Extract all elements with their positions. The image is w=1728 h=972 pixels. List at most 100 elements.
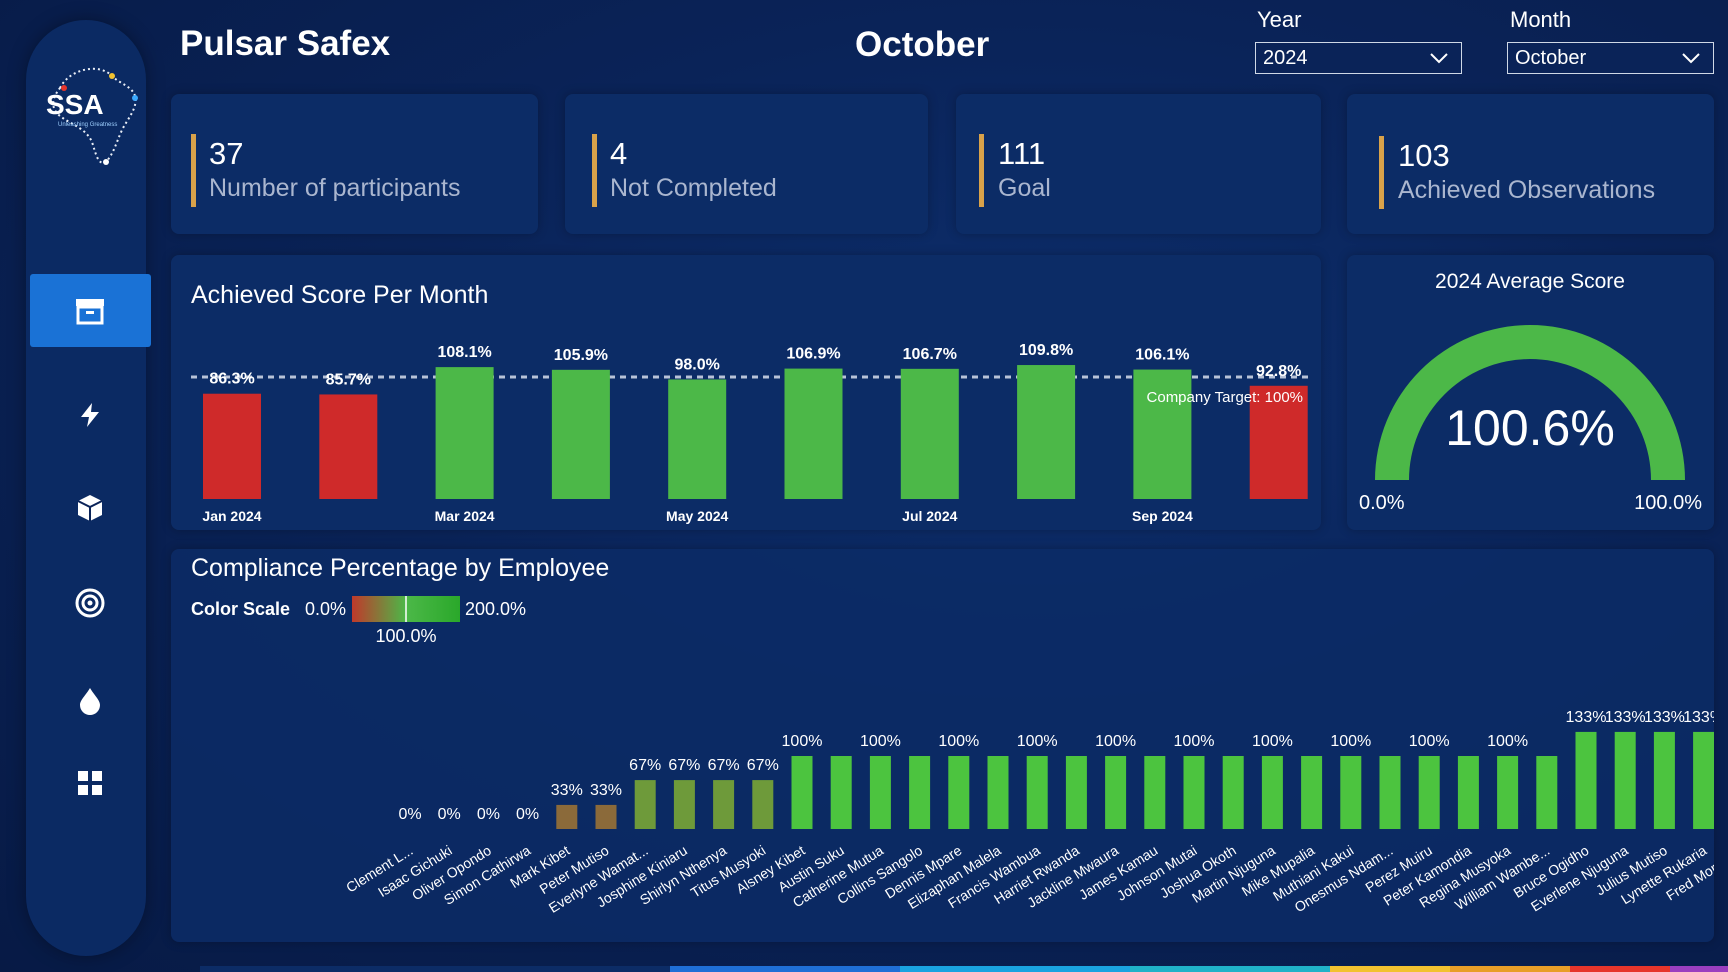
- employee-value-label: 33%: [590, 782, 622, 799]
- employee-compliance-panel: Compliance Percentage by Employee Color …: [171, 549, 1714, 942]
- employee-value-label: 100%: [938, 733, 979, 750]
- color-scale-max: 200.0%: [465, 599, 526, 619]
- month-value-label: 98.0%: [675, 356, 720, 373]
- employee-bar: [1457, 756, 1479, 829]
- kpi-accent-bar: [1379, 136, 1384, 209]
- employee-value-label: 133%: [1605, 709, 1646, 726]
- employee-value-label: 0%: [438, 806, 461, 823]
- employee-bar: [1693, 731, 1714, 829]
- kpi-value: 37: [209, 136, 244, 171]
- month-value-label: 106.9%: [786, 346, 840, 363]
- month-value-label: 106.7%: [903, 346, 957, 363]
- employee-bar: [752, 780, 774, 829]
- monthly-score-chart: 86.3% Jan 2024 85.7% 108.1% Mar 2024 105.9% 98…: [191, 342, 1311, 524]
- cube-icon: [77, 495, 103, 521]
- employee-value-label: 67%: [747, 757, 779, 774]
- employee-value-label: 0%: [516, 806, 539, 823]
- month-value-label: 108.1%: [437, 344, 491, 361]
- year-dropdown-value: 2024: [1263, 46, 1308, 69]
- nav-item-archive[interactable]: [70, 291, 110, 331]
- month-dropdown[interactable]: October: [1507, 42, 1714, 74]
- kpi-accent-bar: [191, 134, 196, 207]
- color-scale-min: 0.0%: [305, 599, 346, 619]
- employee-value-label: 100%: [860, 733, 901, 750]
- chevron-down-icon: [1682, 53, 1700, 64]
- target-icon: [75, 588, 105, 618]
- average-score-gauge: 2024 Average Score 100.6% 0.0% 100.0%: [1359, 270, 1702, 514]
- employee-bar: [791, 756, 813, 829]
- month-tick-label: Sep 2024: [1132, 508, 1193, 524]
- kpi-value: 4: [610, 136, 628, 171]
- logo-text: SSA: [46, 89, 104, 120]
- kpi-card-goal: 111 Goal: [956, 94, 1321, 234]
- employee-bar: [1301, 756, 1323, 829]
- kpi-label: Goal: [998, 174, 1051, 202]
- grid-icon: [78, 771, 102, 795]
- bottom-color-strip: [200, 966, 1728, 972]
- color-scale-mid: 100.0%: [375, 626, 436, 646]
- employee-value-label: 100%: [1095, 733, 1136, 750]
- kpi-card-participants: 37 Number of participants: [171, 94, 538, 234]
- employee-compliance-chart: Color Scale 0.0% 200.0%100.0%0%Clement L..…: [191, 596, 1714, 916]
- employee-bar: [595, 804, 617, 829]
- kpi-card-achieved: 103 Achieved Observations: [1347, 94, 1714, 234]
- employee-value-label: 100%: [1487, 733, 1528, 750]
- employee-bar: [1379, 756, 1401, 829]
- nav-item-grid[interactable]: [70, 763, 110, 803]
- gauge-title: 2024 Average Score: [1435, 270, 1625, 293]
- gauge-value: 100.6%: [1445, 400, 1615, 456]
- employee-bar: [1065, 756, 1087, 829]
- year-filter-label: Year: [1257, 7, 1302, 32]
- employee-value-label: 100%: [1252, 733, 1293, 750]
- month-tick-label: Jul 2024: [902, 508, 957, 524]
- nav-item-drop[interactable]: [70, 681, 110, 721]
- employee-bar: [987, 756, 1009, 829]
- employee-value-label: 67%: [708, 757, 740, 774]
- employee-bar: [634, 780, 656, 829]
- month-value-label: 105.9%: [554, 347, 608, 364]
- employee-bar: [1497, 756, 1519, 829]
- monthly-score-panel: Achieved Score Per Month 86.3% Jan 2024 85…: [171, 255, 1321, 530]
- month-filter-label: Month: [1510, 7, 1572, 32]
- employee-bar: [1026, 756, 1048, 829]
- employee-bar: [1575, 731, 1597, 829]
- nav-item-target[interactable]: [70, 583, 110, 623]
- employee-value-label: 133%: [1566, 709, 1607, 726]
- year-dropdown[interactable]: 2024: [1255, 42, 1462, 74]
- nav-item-cube[interactable]: [70, 488, 110, 528]
- employee-value-label: 0%: [477, 806, 500, 823]
- employee-bar: [673, 780, 695, 829]
- employee-value-label: 133%: [1644, 709, 1685, 726]
- month-bar: [551, 369, 610, 499]
- logo-tagline: Unleashing Greatness: [58, 122, 117, 128]
- employee-bar: [556, 804, 578, 829]
- kpi-value: 111: [998, 136, 1046, 171]
- nav-item-lightning[interactable]: [70, 395, 110, 435]
- employee-value-label: 133%: [1683, 709, 1714, 726]
- employee-value-label: 67%: [629, 757, 661, 774]
- employee-value-label: 100%: [1017, 733, 1058, 750]
- employee-bar: [1418, 756, 1440, 829]
- drop-icon: [80, 688, 100, 715]
- month-tick-label: Mar 2024: [435, 508, 495, 524]
- kpi-card-not-completed: 4 Not Completed: [565, 94, 928, 234]
- gauge-min-label: 0.0%: [1359, 492, 1405, 514]
- chevron-down-icon: [1430, 53, 1448, 64]
- month-bar: [319, 394, 378, 499]
- gauge-max-label: 100.0%: [1634, 492, 1702, 514]
- employee-value-label: 67%: [668, 757, 700, 774]
- employee-bar: [1653, 731, 1675, 829]
- africa-map-logo: SSA Unleashing Greatness: [46, 67, 138, 165]
- employee-value-label: 100%: [1330, 733, 1371, 750]
- employee-bar: [869, 756, 891, 829]
- month-value-label: 109.8%: [1019, 342, 1073, 359]
- kpi-accent-bar: [592, 134, 597, 207]
- month-value-label: 85.7%: [326, 371, 371, 388]
- lightning-icon: [81, 403, 99, 427]
- month-value-label: 106.1%: [1135, 347, 1189, 364]
- page-title: Pulsar Safex: [180, 24, 391, 63]
- month-bar: [203, 393, 261, 499]
- employee-bar: [830, 756, 852, 829]
- month-tick-label: Jan 2024: [202, 508, 261, 524]
- month-bar: [900, 368, 959, 499]
